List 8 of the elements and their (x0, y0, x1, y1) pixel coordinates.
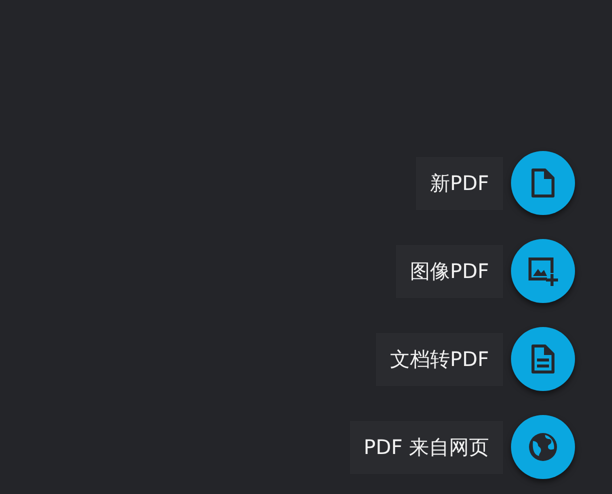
action-label: 文档转PDF (376, 332, 503, 386)
action-label: 新PDF (416, 156, 503, 210)
document-icon (531, 344, 555, 374)
image-add-icon (527, 255, 559, 287)
globe-icon (528, 432, 558, 462)
file-icon (531, 168, 555, 198)
action-label: PDF 来自网页 (350, 420, 503, 474)
action-label: 图像PDF (396, 244, 503, 298)
